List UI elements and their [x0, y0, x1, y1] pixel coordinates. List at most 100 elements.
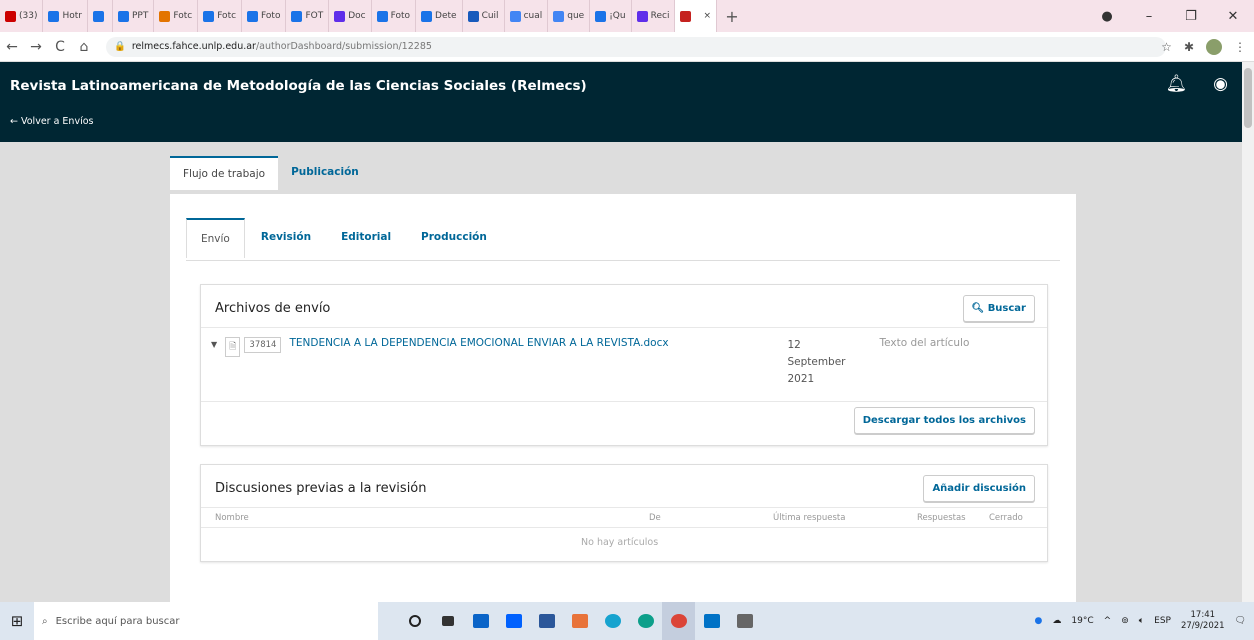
back-icon[interactable]: ← — [0, 39, 24, 55]
browser-tab[interactable]: × — [675, 0, 717, 32]
tab-production[interactable]: Producción — [407, 218, 501, 258]
profile-avatar[interactable] — [1206, 39, 1222, 55]
network-icon[interactable]: ⊚ — [1121, 616, 1129, 626]
tabs-divider — [186, 260, 1060, 261]
temperature: 19°C — [1071, 616, 1094, 626]
browser-tab[interactable]: cual — [505, 0, 549, 32]
browser-tab[interactable]: Cuil — [463, 0, 505, 32]
chrome-menu-icon[interactable]: ● — [1086, 9, 1128, 24]
url-host: relmecs.fahce.unlp.edu.ar — [131, 41, 256, 52]
tray-chevron-icon[interactable]: ^ — [1104, 616, 1112, 626]
cortana-icon[interactable] — [398, 602, 431, 640]
workflow-panel: Envío Revisión Editorial Producción Arch… — [170, 194, 1076, 602]
browser-tab[interactable]: Fotc — [198, 0, 243, 32]
weather-icon[interactable]: ☁ — [1052, 616, 1061, 626]
photos-icon[interactable] — [728, 602, 761, 640]
dropbox-icon[interactable] — [497, 602, 530, 640]
clock[interactable]: 17:41 27/9/2021 — [1181, 610, 1225, 632]
tab-close-icon[interactable]: × — [703, 11, 711, 21]
maximize-icon[interactable]: ❐ — [1170, 9, 1212, 24]
search-icon: ⌕ — [42, 615, 48, 627]
search-button-label: Buscar — [987, 303, 1026, 314]
browser-tab-label: ¡Qu — [609, 11, 626, 21]
download-all-files-button[interactable]: Descargar todos los archivos — [853, 407, 1035, 434]
windows-start-icon[interactable]: ⊞ — [0, 602, 34, 640]
forward-icon[interactable]: → — [24, 39, 48, 55]
browser-tab[interactable]: Fotc — [154, 0, 199, 32]
browser-tab-label: FOT — [305, 11, 324, 21]
browser-tab[interactable]: Dete — [416, 0, 463, 32]
chrome-icon[interactable] — [662, 602, 695, 640]
file-date-day: 12 — [787, 339, 801, 351]
app-header: Revista Latinoamericana de Metodología d… — [0, 62, 1242, 142]
reload-icon[interactable]: C — [48, 39, 72, 55]
browser-tab-label: Foto — [261, 11, 281, 21]
app-icon[interactable] — [596, 602, 629, 640]
browser-tab-label: PPT — [132, 11, 149, 21]
browser-tab-label: Hotr — [62, 11, 82, 21]
browser-tab[interactable]: (33) — [0, 0, 44, 32]
task-view-icon[interactable] — [431, 602, 464, 640]
tab-favicon-icon — [595, 10, 607, 22]
browser-tab[interactable]: ¡Qu — [590, 0, 632, 32]
browser-tab[interactable]: Doc — [329, 0, 372, 32]
scrollbar-thumb[interactable] — [1244, 68, 1252, 128]
user-icon[interactable]: ◉ — [1213, 74, 1228, 94]
close-icon[interactable]: ✕ — [1212, 9, 1254, 24]
back-to-submissions-link[interactable]: ← Volver a Envíos — [10, 116, 93, 127]
language-label[interactable]: ESP — [1154, 616, 1171, 626]
outlook-icon[interactable] — [695, 602, 728, 640]
home-icon[interactable]: ⌂ — [72, 39, 96, 55]
minimize-icon[interactable]: – — [1128, 9, 1170, 24]
browser-tab-label: que — [567, 11, 585, 21]
tab-favicon-icon — [247, 10, 259, 22]
tab-workflow[interactable]: Flujo de trabajo — [170, 156, 279, 190]
tab-favicon-icon — [509, 10, 521, 22]
tab-publication[interactable]: Publicación — [278, 156, 372, 190]
browser-tab[interactable]: FOT — [286, 0, 330, 32]
search-files-button[interactable]: 🔍︎ Buscar — [962, 295, 1035, 322]
extensions-icon[interactable]: ✱ — [1184, 40, 1194, 54]
browser-tab[interactable]: Foto — [372, 0, 417, 32]
app-tray-icon[interactable]: ● — [1035, 616, 1043, 626]
menu-dots-icon[interactable]: ⋮ — [1234, 40, 1246, 54]
paint-icon[interactable] — [563, 602, 596, 640]
bookmark-star-icon[interactable]: ☆ — [1161, 40, 1172, 54]
file-date-month: September — [787, 356, 846, 368]
tab-favicon-icon — [291, 10, 303, 22]
mail-icon[interactable] — [530, 602, 563, 640]
file-type: Texto del artículo — [879, 337, 970, 349]
tab-favicon-icon — [553, 10, 565, 22]
page-scrollbar[interactable] — [1242, 62, 1254, 602]
tab-review[interactable]: Revisión — [247, 218, 325, 258]
browser-tab-label: Fotc — [173, 11, 193, 21]
add-discussion-button[interactable]: Añadir discusión — [923, 475, 1035, 502]
column-closed: Cerrado — [989, 513, 1023, 523]
browser-tab[interactable]: Foto — [242, 0, 287, 32]
file-id-badge: 37814 — [244, 337, 282, 353]
taskbar-search[interactable]: ⌕ Escribe aquí para buscar — [34, 602, 378, 640]
expand-caret-icon[interactable]: ▼ — [211, 340, 217, 349]
file-name-link[interactable]: TENDENCIA A LA DEPENDENCIA EMOCIONAL ENV… — [289, 337, 779, 349]
tab-editorial[interactable]: Editorial — [327, 218, 405, 258]
edge-icon[interactable] — [629, 602, 662, 640]
onedrive-icon[interactable] — [464, 602, 497, 640]
notifications-icon[interactable]: 🗨︎ — [1235, 616, 1246, 626]
browser-tab[interactable] — [88, 0, 113, 32]
browser-tab[interactable]: Reci — [632, 0, 676, 32]
tab-favicon-icon — [93, 10, 104, 22]
column-replies: Respuestas — [917, 513, 966, 523]
tab-submission[interactable]: Envío — [186, 218, 245, 258]
browser-tab[interactable]: Hotr — [43, 0, 88, 32]
new-tab-button[interactable]: + — [717, 7, 747, 26]
browser-tab[interactable]: PPT — [113, 0, 155, 32]
bell-icon[interactable]: 🔔︎ — [1166, 74, 1188, 94]
browser-tab-label: Doc — [348, 11, 366, 21]
clock-time: 17:41 — [1190, 610, 1216, 620]
volume-icon[interactable]: 🔈︎ — [1139, 616, 1144, 626]
url-path: /authorDashboard/submission/12285 — [255, 41, 432, 52]
file-date-year: 2021 — [787, 373, 815, 385]
url-input[interactable]: 🔒 relmecs.fahce.unlp.edu.ar /authorDashb… — [106, 36, 1166, 57]
browser-tab[interactable]: que — [548, 0, 591, 32]
address-bar-row: ← → C ⌂ 🔒 relmecs.fahce.unlp.edu.ar /aut… — [0, 32, 1254, 62]
